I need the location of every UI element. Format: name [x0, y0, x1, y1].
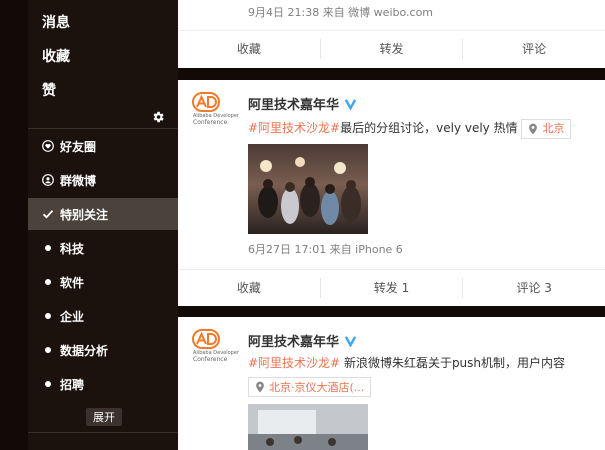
heart-circle-icon: [42, 140, 54, 152]
author-name[interactable]: 阿里技术嘉年华: [248, 94, 339, 113]
sidebar-item-label: 特别关注: [60, 207, 109, 222]
post-actions: 收藏 转发 评论: [178, 30, 605, 66]
dot-icon: [42, 276, 54, 288]
sidebar-divider: [28, 432, 178, 433]
verified-badge-icon: [344, 336, 357, 347]
location-label: 北京·京仪大酒店(...: [269, 381, 365, 394]
dot-icon: [42, 344, 54, 356]
feed-card: 9月4日 21:38 来自 微博 weibo.com 收藏 转发 评论: [178, 0, 605, 68]
author-name[interactable]: 阿里技术嘉年华: [248, 331, 339, 350]
post-actions: 收藏 转发 1 评论 3: [178, 269, 605, 305]
gear-icon[interactable]: [151, 110, 165, 124]
location-row: 北京·京仪大酒店(...: [248, 377, 372, 397]
location-tag[interactable]: 北京·京仪大酒店(...: [248, 377, 372, 397]
topic-link[interactable]: #阿里技术沙龙#: [248, 121, 340, 135]
post-photo[interactable]: [248, 144, 368, 234]
sidebar-column: 消息 收藏 赞 好友圈 群微博 特别关注 科技 软件 企业 数据分析 招聘 展开: [28, 0, 178, 450]
sidebar-item-label: 好友圈: [60, 139, 97, 154]
sidebar-divider: [28, 128, 178, 129]
adc-avatar-logo[interactable]: Alibaba Developer Conference: [192, 329, 240, 363]
sidebar-item-software[interactable]: 软件: [28, 266, 178, 298]
sidebar-item-enterprise[interactable]: 企业: [28, 300, 178, 332]
post-author[interactable]: 阿里技术嘉年华: [248, 94, 357, 113]
sidebar-item-messages[interactable]: 消息: [42, 12, 70, 32]
post-body: 最后的分组讨论，vely vely 热情: [340, 121, 518, 135]
sidebar-item-label: 群微博: [60, 173, 97, 188]
sidebar-item-recruiting[interactable]: 招聘: [28, 368, 178, 400]
sidebar-item-friends-circle[interactable]: 好友圈: [28, 130, 178, 162]
favorite-button[interactable]: 收藏: [178, 278, 320, 298]
repost-button[interactable]: 转发 1: [319, 277, 463, 298]
sidebar-item-likes[interactable]: 赞: [42, 80, 56, 100]
sidebar-item-label: 企业: [60, 309, 85, 324]
sidebar-item-label: 数据分析: [60, 343, 109, 358]
feed-card: Alibaba Developer Conference 阿里技术嘉年华 #阿里…: [178, 80, 605, 306]
location-tag[interactable]: 北京: [521, 118, 572, 139]
sidebar-item-data-analysis[interactable]: 数据分析: [28, 334, 178, 366]
adc-avatar-logo[interactable]: Alibaba Developer Conference: [192, 92, 240, 126]
repost-button[interactable]: 转发: [319, 38, 463, 59]
post-meta: 9月4日 21:38 来自 微博 weibo.com: [248, 6, 434, 19]
post-text: #阿里技术沙龙#最后的分组讨论，vely vely 热情 北京: [248, 118, 572, 139]
comment-button[interactable]: 评论 3: [462, 277, 605, 298]
topic-link[interactable]: #阿里技术沙龙#: [248, 356, 340, 370]
favorite-button[interactable]: 收藏: [178, 39, 320, 59]
dot-icon: [42, 378, 54, 390]
svg-text:Conference: Conference: [193, 119, 228, 126]
location-pin-icon: [256, 381, 264, 393]
sidebar-item-tech[interactable]: 科技: [28, 232, 178, 264]
location-label: 北京: [542, 121, 565, 135]
post-meta: 6月27日 17:01 来自 iPhone 6: [248, 243, 403, 256]
post-text: #阿里技术沙龙# 新浪微博朱红磊关于push机制，用户内容: [248, 353, 565, 373]
post-body: 新浪微博朱红磊关于push机制，用户内容: [340, 356, 566, 370]
verified-badge-icon: [344, 99, 357, 110]
post-author[interactable]: 阿里技术嘉年华: [248, 331, 357, 350]
sidebar-item-group-weibo[interactable]: 群微博: [28, 164, 178, 196]
person-circle-icon: [42, 174, 54, 186]
sidebar: 消息 收藏 赞 好友圈 群微博 特别关注 科技 软件 企业 数据分析 招聘 展开: [0, 0, 178, 450]
sidebar-item-favorites[interactable]: 收藏: [42, 46, 70, 66]
location-pin-icon: [529, 123, 538, 134]
comment-button[interactable]: 评论: [462, 38, 605, 59]
post-photo[interactable]: [248, 404, 368, 450]
svg-text:Conference: Conference: [193, 356, 228, 363]
dot-icon: [42, 242, 54, 254]
feed-card: Alibaba Developer Conference 阿里技术嘉年华 #阿里…: [178, 317, 605, 450]
sidebar-item-label: 科技: [60, 241, 85, 256]
sidebar-item-label: 招聘: [60, 377, 85, 392]
check-icon: [42, 208, 54, 220]
dot-icon: [42, 310, 54, 322]
sidebar-item-special-follow[interactable]: 特别关注: [28, 198, 178, 230]
sidebar-item-label: 软件: [60, 275, 85, 290]
expand-button[interactable]: 展开: [86, 408, 122, 426]
